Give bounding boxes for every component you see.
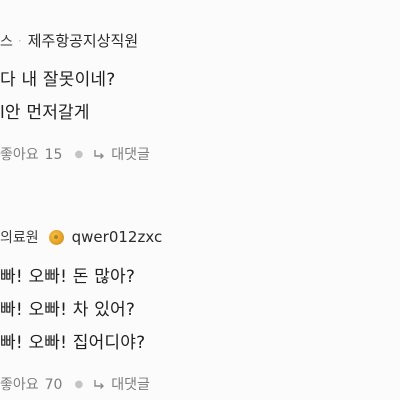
reply-icon bbox=[94, 380, 105, 389]
comment-meta: 의료원 qwer012zxc bbox=[0, 227, 162, 247]
comment-text-line: 다 내 잘못이네? bbox=[0, 70, 116, 90]
reply-icon bbox=[94, 150, 105, 159]
like-label: 좋아요 bbox=[0, 377, 39, 393]
comment-meta: 스 · 제주항공지상직원 bbox=[0, 30, 138, 51]
dot-separator: ● bbox=[74, 378, 84, 390]
like-count: 15 bbox=[44, 147, 63, 163]
comment-text-line: 빠! 오빠! 차 있어? bbox=[0, 300, 136, 320]
author-nickname[interactable]: 제주항공지상직원 bbox=[28, 30, 138, 51]
author-affiliation: 스 bbox=[0, 33, 13, 50]
comment-text-line: l안 먼저갈게 bbox=[0, 103, 90, 123]
meta-separator: · bbox=[17, 33, 22, 48]
reply-label: 대댓글 bbox=[111, 377, 150, 393]
avatar[interactable] bbox=[48, 229, 64, 245]
like-label: 좋아요 bbox=[0, 147, 39, 163]
comment-actions: 좋아요 15 ● 대댓글 bbox=[0, 144, 150, 164]
author-nickname[interactable]: qwer012zxc bbox=[72, 228, 163, 246]
like-button[interactable]: 좋아요 70 bbox=[0, 374, 62, 394]
comment-text-line: 빠! 오빠! 돈 많아? bbox=[0, 267, 136, 287]
comment-actions: 좋아요 70 ● 대댓글 bbox=[0, 374, 150, 394]
reply-label: 대댓글 bbox=[111, 147, 150, 163]
like-button[interactable]: 좋아요 15 bbox=[0, 144, 62, 164]
like-count: 70 bbox=[44, 377, 63, 393]
dot-separator: ● bbox=[74, 148, 84, 160]
reply-button[interactable]: 대댓글 bbox=[93, 144, 150, 164]
comment-text-line: 빠! 오빠! 집어디야? bbox=[0, 333, 146, 353]
author-affiliation: 의료원 bbox=[0, 230, 39, 246]
reply-button[interactable]: 대댓글 bbox=[93, 374, 150, 394]
